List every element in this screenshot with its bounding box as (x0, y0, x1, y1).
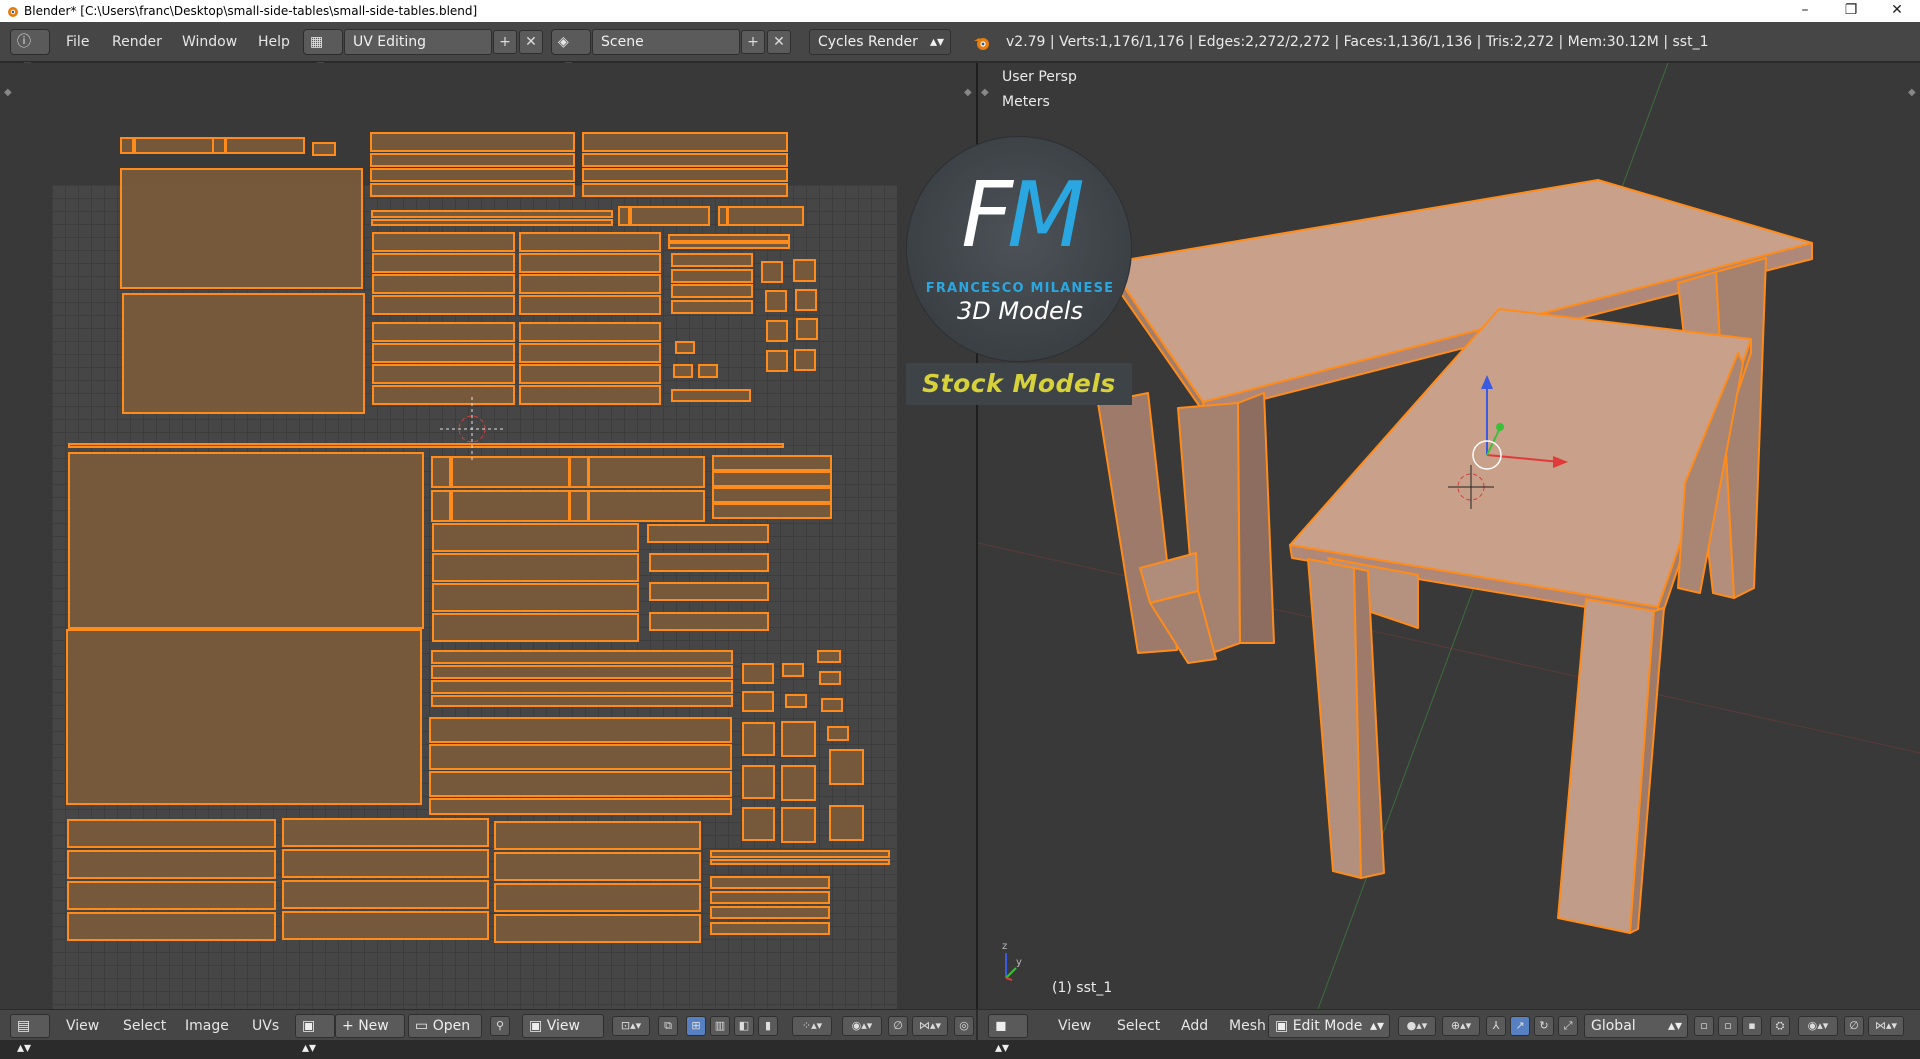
face-select-icon[interactable]: ◧ (734, 1016, 754, 1036)
uv-menu-view[interactable]: View (66, 1015, 99, 1037)
new-label: New (358, 1018, 389, 1034)
layer-icon[interactable]: ◎ (954, 1016, 974, 1036)
pin-icon[interactable]: ⚲ (490, 1016, 510, 1036)
sync-selection-icon[interactable]: ⧉ (658, 1016, 678, 1036)
orientation-label: Global (1591, 1018, 1636, 1034)
pivot-point-icon[interactable]: ⊕▴▾ (1442, 1016, 1480, 1036)
translate-manipulator-icon[interactable]: ↗ (1510, 1016, 1530, 1036)
sticky-mode-icon[interactable]: ⁘▴▾ (792, 1016, 832, 1036)
close-icon: ✕ (525, 34, 537, 50)
edge-select-icon[interactable]: ▥ (710, 1016, 730, 1036)
window-title: Blender* [C:\Users\franc\Desktop\small-s… (24, 4, 478, 18)
logo-letter-m: M (1007, 163, 1085, 268)
window-titlebar: Blender* [C:\Users\franc\Desktop\small-s… (0, 0, 1920, 22)
pivot-icon[interactable]: ⊡▴▾ (612, 1016, 650, 1036)
axis-gizmo-icon: zy (1002, 941, 1022, 981)
face-select-icon[interactable]: ▪ (1742, 1016, 1762, 1036)
menu-help[interactable]: Help (250, 29, 298, 55)
minimize-button[interactable]: – (1782, 0, 1828, 22)
interaction-mode-dropdown[interactable]: ▣ Edit Mode ▴▾ (1268, 1014, 1390, 1038)
layout-name-field[interactable]: UV Editing (344, 29, 492, 55)
logo-brand-text: FRANCESCO MILANESE (925, 281, 1115, 296)
delete-layout-button[interactable]: ✕ (519, 30, 543, 54)
open-image-button[interactable]: ▭ Open (408, 1014, 482, 1038)
scene-name-field[interactable]: Scene (592, 29, 740, 55)
blender-logo-icon (8, 7, 18, 17)
view3d-menu-select[interactable]: Select (1117, 1015, 1160, 1037)
3d-view-footer: ◼ ▴▾ View Select Add Mesh ▣ Edit Mode ▴▾ … (978, 1009, 1920, 1056)
restore-button[interactable]: ❐ (1828, 0, 1874, 22)
francesco-milanese-logo: FM FRANCESCO MILANESE 3D Models (906, 136, 1132, 362)
delete-scene-button[interactable]: ✕ (767, 30, 791, 54)
snap-icon[interactable]: ∅ (888, 1016, 908, 1036)
uv-menu-uvs[interactable]: UVs (252, 1015, 279, 1037)
view-icon: ▣ (529, 1018, 547, 1034)
logo-subtitle: 3D Models (957, 297, 1083, 325)
scene-selector[interactable]: ◈ ▴▾ (551, 29, 591, 74)
render-engine-label: Cycles Render (818, 34, 918, 50)
new-image-button[interactable]: + New (335, 1014, 405, 1038)
vertex-select-icon[interactable]: ⊞ (686, 1016, 706, 1036)
plus-icon: + (342, 1018, 359, 1034)
proportional-edit-icon[interactable]: ◉▴▾ (1798, 1016, 1838, 1036)
dropdown-arrows-icon: ▴▾ (929, 34, 944, 50)
stock-models-banner: Stock Models (906, 363, 1132, 405)
uv-image-editor[interactable]: ◆ ◆ (0, 63, 976, 1028)
info-header: ⓘ ▴▾ File Render Window Help ▦ ▴▾ UV Edi… (0, 22, 1920, 74)
cube-icon: ◼ ▴▾ (995, 1018, 1010, 1056)
editor-type-selector[interactable]: ▤ ▴▾ (10, 1014, 50, 1056)
folder-icon: ▭ (415, 1018, 433, 1034)
menu-window[interactable]: Window (174, 29, 245, 55)
image-browse-button[interactable]: ▣ ▴▾ (295, 1014, 335, 1056)
uv-menu-select[interactable]: Select (123, 1015, 166, 1037)
edge-select-icon[interactable]: ▫ (1718, 1016, 1738, 1036)
add-layout-button[interactable]: + (493, 30, 517, 54)
scene-statistics: v2.79 | Verts:1,176/1,176 | Edges:2,272/… (1006, 34, 1709, 50)
snap-target-icon[interactable]: ⋈▴▾ (912, 1016, 948, 1036)
plus-icon: + (499, 34, 511, 50)
screen-layout-selector[interactable]: ▦ ▴▾ (303, 29, 343, 74)
logo-letter-f: F (961, 163, 1013, 268)
snap-icon[interactable]: ∅ (1844, 1016, 1864, 1036)
menu-render[interactable]: Render (104, 29, 170, 55)
view-mode-label: View (546, 1018, 580, 1034)
render-engine-dropdown[interactable]: Cycles Render ▴▾ (809, 29, 951, 55)
image-editor-icon: ▤ ▴▾ (17, 1018, 32, 1056)
proportional-edit-icon[interactable]: ◉▴▾ (842, 1016, 882, 1036)
occlude-geometry-icon[interactable]: ⛭ (1770, 1016, 1790, 1036)
vertex-select-icon[interactable]: ▫ (1694, 1016, 1714, 1036)
manipulator-toggle-icon[interactable]: ⅄ (1486, 1016, 1506, 1036)
island-select-icon[interactable]: ▮ (758, 1016, 778, 1036)
close-window-button[interactable]: ✕ (1874, 0, 1920, 22)
view-mode-dropdown[interactable]: ▣ View (522, 1014, 604, 1038)
dropdown-arrows-icon: ▴▾ (1667, 1018, 1682, 1034)
editor-type-selector[interactable]: ◼ ▴▾ (988, 1014, 1028, 1056)
uv-islands[interactable] (0, 63, 976, 1009)
rotate-manipulator-icon[interactable]: ↻ (1534, 1016, 1554, 1036)
uv-menu-image[interactable]: Image (185, 1015, 229, 1037)
view3d-menu-view[interactable]: View (1058, 1015, 1091, 1037)
editor-type-info-button[interactable]: ⓘ ▴▾ (10, 29, 50, 74)
shading-mode-icon[interactable]: ●▴▾ (1398, 1016, 1436, 1036)
image-icon: ▣ ▴▾ (302, 1018, 317, 1056)
svg-text:z: z (1002, 941, 1007, 952)
svg-text:y: y (1016, 957, 1022, 968)
add-scene-button[interactable]: + (741, 30, 765, 54)
mode-label: Edit Mode (1292, 1018, 1363, 1034)
snap-target-icon[interactable]: ⋈▴▾ (1868, 1016, 1904, 1036)
view3d-menu-add[interactable]: Add (1181, 1015, 1208, 1037)
open-label: Open (432, 1018, 471, 1034)
menu-file[interactable]: File (58, 29, 97, 55)
edit-mode-icon: ▣ (1275, 1018, 1293, 1034)
uv-2d-cursor-icon[interactable] (440, 397, 504, 461)
transform-orientation-dropdown[interactable]: Global ▴▾ (1584, 1014, 1688, 1038)
scale-manipulator-icon[interactable]: ⤢ (1558, 1016, 1578, 1036)
view3d-menu-mesh[interactable]: Mesh (1229, 1015, 1266, 1037)
plus-icon: + (747, 34, 759, 50)
close-icon: ✕ (773, 34, 785, 50)
uv-editor-footer: ▤ ▴▾ View Select Image UVs ▣ ▴▾ + New ▭ … (0, 1009, 976, 1056)
dropdown-arrows-icon: ▴▾ (1369, 1018, 1384, 1034)
logo-monogram: FM (907, 171, 1133, 261)
blender-logo-icon (974, 38, 989, 50)
